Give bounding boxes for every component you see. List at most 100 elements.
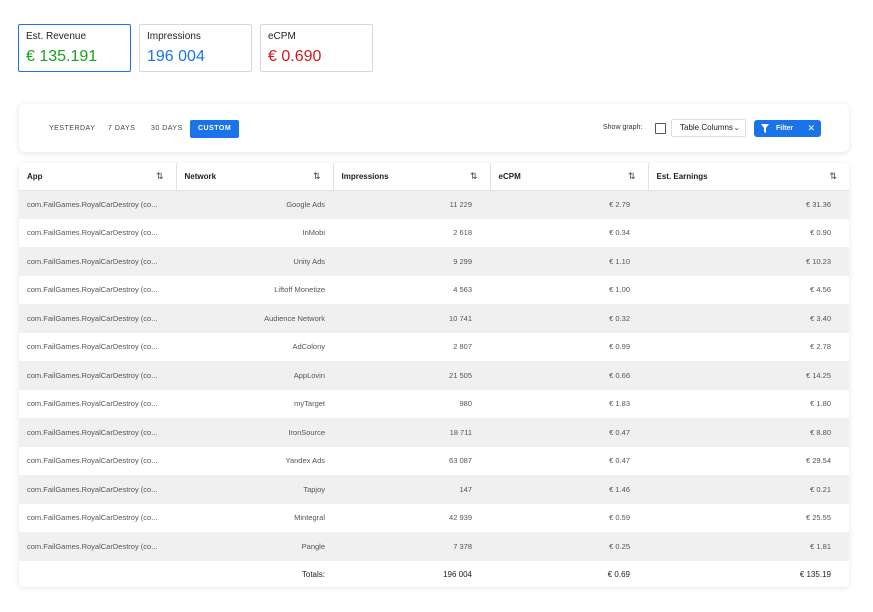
cell-network: IronSource [176,418,333,447]
table-columns-label: Table Columns [680,123,733,132]
cell-app: com.FailGames.RoyalCarDestroy (co... [19,389,176,418]
cell-network: Google Ads [176,190,333,219]
cell-ecpm: € 1.46 [490,475,648,504]
column-header-label: Impressions [341,171,389,181]
kpi-card-est-revenue[interactable]: Est. Revenue € 135.191 [18,24,131,72]
column-header-app[interactable]: App ⇅ [19,163,177,191]
cell-app: com.FailGames.RoyalCarDestroy (co... [19,418,176,447]
kpi-value: € 0.690 [268,48,322,65]
cell-app: com.FailGames.RoyalCarDestroy (co... [19,475,176,504]
total-impressions: 196 004 [333,560,490,587]
column-header-est-earnings[interactable]: Est. Earnings ⇅ [648,163,849,191]
show-graph-checkbox[interactable] [655,123,666,134]
cell-ecpm: € 1.83 [490,389,648,418]
cell-impressions: 2 618 [333,218,490,247]
table-row[interactable]: com.FailGames.RoyalCarDestroy (co... InMo… [19,218,849,247]
cell-est-earnings: € 25.55 [648,503,849,532]
cell-ecpm: € 0.66 [490,361,648,390]
column-header-network[interactable]: Network ⇅ [176,163,334,191]
sort-icon[interactable]: ⇅ [156,171,164,182]
column-header-label: Network [184,171,217,181]
earnings-table: App ⇅ Network ⇅ Impressions ⇅ eCPM ⇅ Est. Ea… [19,163,849,587]
cell-app: com.FailGames.RoyalCarDestroy (co... [19,190,176,219]
sort-icon[interactable]: ⇅ [829,171,837,182]
column-header-impressions[interactable]: Impressions ⇅ [333,163,491,191]
range-30-days-button[interactable]: 30 DAYS [143,120,191,138]
cell-est-earnings: € 1.80 [648,389,849,418]
table-row[interactable]: com.FailGames.RoyalCarDestroy (co... AppL… [19,361,849,390]
cell-ecpm: € 2.79 [490,190,648,219]
table-row[interactable]: com.FailGames.RoyalCarDestroy (co... Unit… [19,247,849,276]
range-custom-button[interactable]: CUSTOM [190,120,240,138]
kpi-value: 196 004 [147,48,205,65]
table-columns-select[interactable]: Table Columns ⌄ [671,119,746,137]
kpi-label: Est. Revenue [26,31,87,42]
table-row[interactable]: com.FailGames.RoyalCarDestroy (co... Pang… [19,532,849,561]
cell-ecpm: € 0.59 [490,503,648,532]
cell-app: com.FailGames.RoyalCarDestroy (co... [19,304,176,333]
cell-app: com.FailGames.RoyalCarDestroy (co... [19,332,176,361]
filter-button[interactable]: Filter ✕ [754,120,821,137]
cell-ecpm: € 0.32 [490,304,648,333]
kpi-label: eCPM [268,31,296,42]
kpi-label: Impressions [147,31,201,42]
cell-ecpm: € 0.34 [490,218,648,247]
cell-impressions: 42 939 [333,503,490,532]
kpi-card-ecpm[interactable]: eCPM € 0.690 [260,24,373,72]
cell-app: com.FailGames.RoyalCarDestroy (co... [19,275,176,304]
cell-network: Yandex Ads [176,446,333,475]
cell-impressions: 18 711 [333,418,490,447]
cell-impressions: 4 563 [333,275,490,304]
cell-est-earnings: € 29.54 [648,446,849,475]
cell-impressions: 2 807 [333,332,490,361]
cell-est-earnings: € 1.81 [648,532,849,561]
cell-ecpm: € 0.47 [490,418,648,447]
table-body: com.FailGames.RoyalCarDestroy (co... Goog… [19,190,849,561]
range-7-days-button[interactable]: 7 DAYS [100,120,143,138]
cell-est-earnings: € 31.36 [648,190,849,219]
cell-network: Unity Ads [176,247,333,276]
kpi-value: € 135.191 [26,48,98,65]
total-ecpm: € 0.69 [490,560,648,587]
cell-impressions: 980 [333,389,490,418]
table-row[interactable]: com.FailGames.RoyalCarDestroy (co... Lift… [19,275,849,304]
cell-ecpm: € 0.47 [490,446,648,475]
column-header-ecpm[interactable]: eCPM ⇅ [490,163,649,191]
sort-icon[interactable]: ⇅ [313,171,321,182]
table-header-row: App ⇅ Network ⇅ Impressions ⇅ eCPM ⇅ Est. Ea… [19,163,849,191]
cell-ecpm: € 1.00 [490,275,648,304]
cell-ecpm: € 1.10 [490,247,648,276]
cell-network: Pangle [176,532,333,561]
cell-network: InMobi [176,218,333,247]
cell-est-earnings: € 0.21 [648,475,849,504]
date-range-toolbar: YESTERDAY 7 DAYS 30 DAYS CUSTOM Show gra… [19,104,849,152]
cell-app: com.FailGames.RoyalCarDestroy (co... [19,218,176,247]
cell-est-earnings: € 8.80 [648,418,849,447]
total-earnings: € 135.19 [648,560,849,587]
cell-app: com.FailGames.RoyalCarDestroy (co... [19,446,176,475]
kpi-card-impressions[interactable]: Impressions 196 004 [139,24,252,72]
table-row[interactable]: com.FailGames.RoyalCarDestroy (co... Yand… [19,446,849,475]
table-row[interactable]: com.FailGames.RoyalCarDestroy (co... AdCo… [19,332,849,361]
cell-impressions: 10 741 [333,304,490,333]
cell-impressions: 7 378 [333,532,490,561]
table-row[interactable]: com.FailGames.RoyalCarDestroy (co... myTa… [19,389,849,418]
table-row[interactable]: com.FailGames.RoyalCarDestroy (co... Tapj… [19,475,849,504]
table-row[interactable]: com.FailGames.RoyalCarDestroy (co... Mint… [19,503,849,532]
table-row[interactable]: com.FailGames.RoyalCarDestroy (co... Iron… [19,418,849,447]
totals-label: Totals: [176,560,333,587]
column-header-label: Est. Earnings [656,171,708,181]
cell-app: com.FailGames.RoyalCarDestroy (co... [19,503,176,532]
chevron-down-icon: ⌄ [733,123,740,132]
table-row[interactable]: com.FailGames.RoyalCarDestroy (co... Audi… [19,304,849,333]
cell-app: com.FailGames.RoyalCarDestroy (co... [19,361,176,390]
range-yesterday-button[interactable]: YESTERDAY [41,120,103,138]
sort-icon[interactable]: ⇅ [470,171,478,182]
cell-network: Tapjoy [176,475,333,504]
clear-filter-icon[interactable]: ✕ [807,120,815,137]
table-row[interactable]: com.FailGames.RoyalCarDestroy (co... Goog… [19,190,849,219]
sort-icon[interactable]: ⇅ [628,171,636,182]
totals-row: Totals: 196 004 € 0.69 € 135.19 [19,560,849,587]
cell-impressions: 11 229 [333,190,490,219]
cell-impressions: 21 505 [333,361,490,390]
